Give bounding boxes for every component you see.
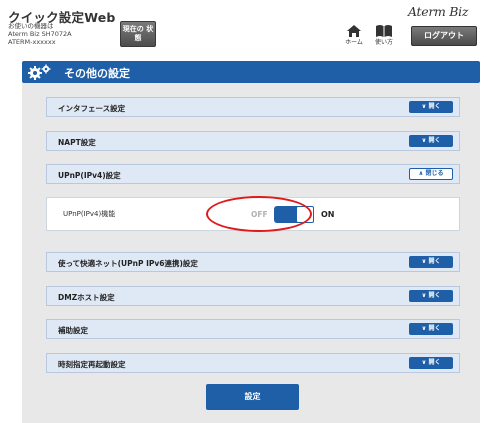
accordion-upnp-ipv4[interactable]: UPnP(IPv4)設定 ∧ 閉じる	[46, 164, 460, 184]
submit-button[interactable]: 設定	[206, 384, 299, 410]
open-button[interactable]: ∨ 開く	[409, 101, 453, 113]
accordion-label: 使って快適ネット(UPnP IPv6連携)設定	[58, 259, 198, 268]
open-button[interactable]: ∨ 開く	[409, 135, 453, 147]
toggle-on-label: ON	[321, 210, 335, 219]
accordion-scheduled-reboot[interactable]: 時刻指定再起動設定 ∨ 開く	[46, 353, 460, 373]
close-button[interactable]: ∧ 閉じる	[409, 168, 453, 180]
open-button[interactable]: ∨ 開く	[409, 256, 453, 268]
nav-home[interactable]: ホーム	[341, 24, 367, 47]
book-icon	[376, 25, 392, 37]
accordion-dmz[interactable]: DMZホスト設定 ∨ 開く	[46, 286, 460, 306]
gear-icon	[28, 64, 51, 80]
nav-help-label: 使い方	[374, 39, 393, 46]
upnp-function-label: UPnP(IPv4)機能	[63, 210, 116, 218]
open-button[interactable]: ∨ 開く	[409, 290, 453, 302]
current-status-label: 現在の 状態	[122, 25, 154, 42]
nav-help[interactable]: 使い方	[371, 24, 397, 47]
header: クイック設定Web お使いの機器は Aterm Biz SH7072A ATER…	[0, 0, 500, 54]
highlight-annotation	[206, 196, 312, 232]
open-button[interactable]: ∨ 開く	[409, 357, 453, 369]
nav-home-label: ホーム	[345, 39, 363, 46]
accordion-label: インタフェース設定	[58, 104, 126, 113]
section-title: その他の設定	[64, 67, 130, 80]
accordion-label: 補助設定	[58, 326, 88, 335]
accordion-napt[interactable]: NAPT設定 ∨ 開く	[46, 131, 460, 151]
accordion-label: DMZホスト設定	[58, 293, 115, 302]
accordion-interface[interactable]: インタフェース設定 ∨ 開く	[46, 97, 460, 117]
section-header: その他の設定	[22, 61, 480, 83]
home-icon	[347, 25, 361, 37]
accordion-auxiliary[interactable]: 補助設定 ∨ 開く	[46, 319, 460, 339]
brand-logo: Aterm Biz	[408, 4, 469, 19]
current-status-button[interactable]: 現在の 状態	[120, 21, 156, 47]
device-id: ATERM-xxxxxx	[8, 38, 56, 46]
accordion-label: UPnP(IPv4)設定	[58, 171, 121, 180]
accordion-upnp-ipv6[interactable]: 使って快適ネット(UPnP IPv6連携)設定 ∨ 開く	[46, 252, 460, 272]
accordion-label: NAPT設定	[58, 138, 96, 147]
accordion-label: 時刻指定再起動設定	[58, 360, 126, 369]
device-model: Aterm Biz SH7072A	[8, 30, 72, 38]
device-label: お使いの機器は	[8, 22, 54, 30]
logout-button[interactable]: ログアウト	[411, 26, 477, 46]
open-button[interactable]: ∨ 開く	[409, 323, 453, 335]
